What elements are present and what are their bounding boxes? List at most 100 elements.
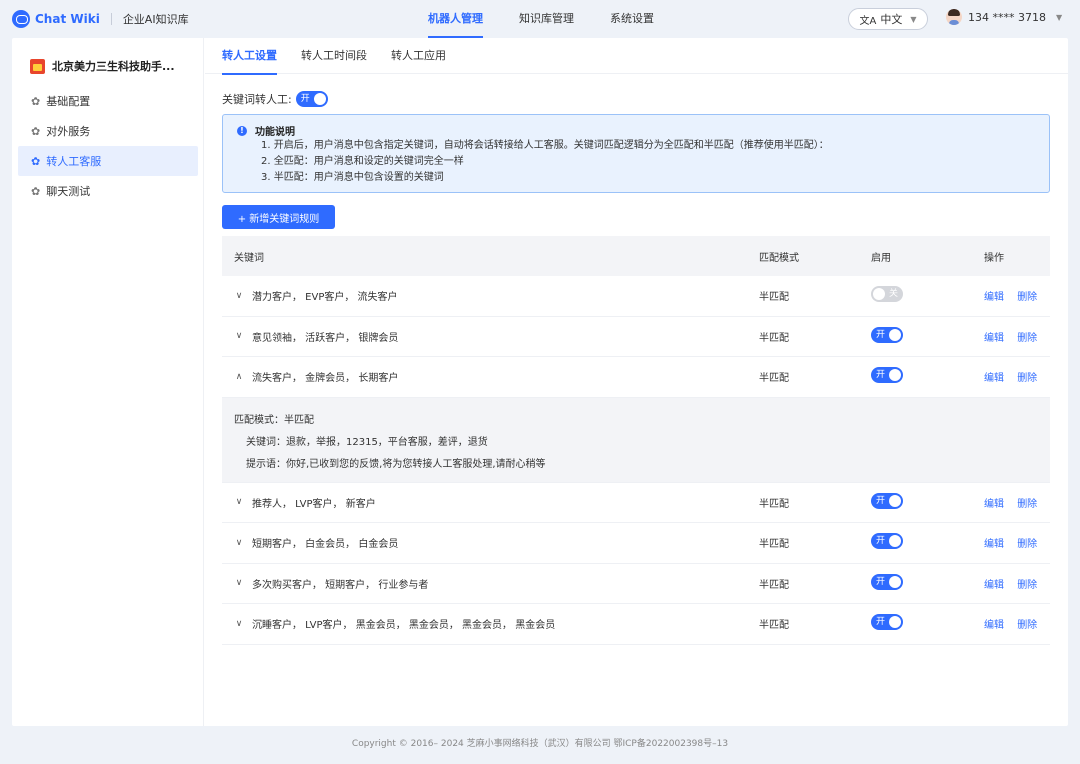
operations-cell: 编辑 删除 (984, 369, 1047, 384)
robot-header: 北京美力三生科技助手... (30, 58, 175, 74)
enable-cell: 开 (871, 573, 903, 593)
info-line: 1. 开启后，用户消息中包含指定关键词，自动将会话转接给人工客服。关键词匹配逻辑… (261, 140, 829, 151)
info-title: 功能说明 (255, 127, 295, 138)
toggle-knob (889, 328, 901, 341)
edit-link[interactable]: 编辑 (984, 539, 1004, 550)
user-phone: 134 **** 3718 (968, 10, 1046, 24)
header-mode: 匹配模式 (759, 252, 799, 264)
delete-link[interactable]: 删除 (1017, 292, 1037, 303)
sidebar: 北京美力三生科技助手... ✿ 基础配置 ✿ 对外服务 ✿ 转人工客服 ✿ 聊天… (12, 38, 204, 726)
chevron-down-icon[interactable]: ∨ (234, 619, 244, 629)
keywords-text: 沉睡客户， LVP客户， 黑金会员， 黑金会员， 黑金会员， 黑金会员 (252, 620, 556, 632)
content-area: 转人工设置 转人工时间段 转人工应用 关键词转人工: 开 ! 功能说明 1. 开… (205, 38, 1068, 726)
rule-enable-toggle[interactable]: 开 (871, 573, 903, 590)
enable-cell: 开 (871, 533, 903, 552)
main-panel: 北京美力三生科技助手... ✿ 基础配置 ✿ 对外服务 ✿ 转人工客服 ✿ 聊天… (12, 38, 1068, 726)
match-mode: 半匹配 (759, 579, 789, 591)
detail-mode: 匹配模式：半匹配 (234, 410, 1038, 432)
delete-link[interactable]: 删除 (1017, 539, 1037, 550)
detail-mode-label: 匹配模式： (234, 414, 284, 426)
enable-cell: 开 (871, 614, 903, 633)
keywords-text: 短期客户， 白金会员， 白金会员 (252, 539, 399, 551)
edit-link[interactable]: 编辑 (984, 373, 1004, 384)
add-keyword-rule-button[interactable]: + 新增关键词规则 (222, 205, 335, 229)
sidebar-item-label: 聊天测试 (46, 185, 91, 198)
copyright-footer: Copyright © 2016– 2024 芝麻小事网络科技（武汉）有限公司 … (351, 739, 729, 749)
tab-handoff-settings[interactable]: 转人工设置 (222, 38, 277, 75)
edit-link[interactable]: 编辑 (984, 333, 1004, 344)
chevron-down-icon[interactable]: ∨ (234, 497, 244, 507)
keyword-handoff-toggle[interactable]: 开 (295, 91, 328, 107)
enable-cell: 开 (871, 326, 903, 346)
detail-keywords-label: 关键词： (246, 436, 286, 448)
keyword-cell: ∧ 流失客户， 金牌会员， 长期客户 (234, 369, 399, 385)
match-mode: 半匹配 (759, 620, 789, 632)
delete-link[interactable]: 删除 (1017, 499, 1037, 510)
enable-cell: 关 (871, 286, 903, 305)
delete-link[interactable]: 删除 (1017, 373, 1037, 384)
app-logo[interactable]: Chat Wiki 企业AI知识库 (12, 10, 189, 28)
chevron-down-icon[interactable]: ∨ (234, 538, 244, 548)
edit-link[interactable]: 编辑 (984, 580, 1004, 591)
robot-name: 北京美力三生科技助手... (52, 60, 175, 73)
rule-enable-toggle[interactable]: 开 (871, 367, 903, 384)
rule-enable-toggle[interactable]: 开 (871, 614, 903, 631)
keyword-rules-table: 关键词 匹配模式 启用 操作 ∨ 潜力客户， EVP客户， 流失客户 半匹配 关 (222, 236, 1050, 645)
detail-keywords-value: 退款，举报，12315，平台客服，差评，退货 (286, 436, 488, 448)
keyword-handoff-setting: 关键词转人工: 开 (222, 91, 328, 107)
info-header: ! 功能说明 (237, 123, 1035, 138)
toggle-knob (873, 288, 885, 301)
keyword-cell: ∨ 多次购买客户， 短期客户， 行业参与者 (234, 576, 429, 591)
rule-enable-toggle[interactable]: 开 (871, 492, 903, 509)
sidebar-item-label: 对外服务 (46, 125, 91, 138)
table-row: ∨ 多次购买客户， 短期客户， 行业参与者 半匹配 开 编辑 删除 (222, 564, 1050, 604)
toggle-state: 开 (876, 617, 886, 628)
toggle-state: 开 (876, 495, 886, 506)
edit-link[interactable]: 编辑 (984, 292, 1004, 303)
nav-system-settings[interactable]: 系统设置 (610, 0, 654, 38)
delete-link[interactable]: 删除 (1017, 333, 1037, 344)
sidebar-item-external-service[interactable]: ✿ 对外服务 (18, 116, 198, 146)
brand-name: Chat Wiki (35, 12, 100, 26)
tab-handoff-time[interactable]: 转人工时间段 (301, 38, 367, 74)
rule-detail-panel: 匹配模式：半匹配 关键词：退款，举报，12315，平台客服，差评，退货 提示语：… (222, 397, 1050, 483)
language-selector[interactable]: 文A 中文 ▼ (848, 8, 928, 30)
nav-knowledge-base[interactable]: 知识库管理 (519, 0, 574, 38)
edit-link[interactable]: 编辑 (984, 499, 1004, 510)
info-icon: ! (237, 125, 247, 136)
chevron-down-icon[interactable]: ∨ (234, 331, 244, 341)
robot-avatar-icon (30, 58, 45, 74)
detail-mode-value: 半匹配 (284, 414, 314, 426)
keyword-cell: ∨ 潜力客户， EVP客户， 流失客户 (234, 288, 398, 304)
sidebar-item-chat-test[interactable]: ✿ 聊天测试 (18, 176, 198, 206)
sidebar-item-basic-config[interactable]: ✿ 基础配置 (18, 86, 198, 116)
nav-robot-management[interactable]: 机器人管理 (428, 0, 483, 38)
add-button-label: + 新增关键词规则 (237, 213, 320, 225)
chevron-down-icon[interactable]: ∨ (234, 578, 244, 588)
chevron-up-icon[interactable]: ∧ (234, 372, 244, 382)
toggle-knob (889, 369, 901, 382)
sidebar-item-human-handoff[interactable]: ✿ 转人工客服 (18, 146, 198, 176)
toggle-state: 开 (300, 94, 310, 104)
chevron-down-icon: ▼ (910, 14, 917, 24)
rule-enable-toggle[interactable]: 开 (871, 326, 903, 343)
match-mode: 半匹配 (759, 539, 789, 551)
delete-link[interactable]: 删除 (1017, 620, 1037, 631)
tab-handoff-apps[interactable]: 转人工应用 (391, 38, 446, 74)
toggle-state: 开 (876, 536, 886, 547)
edit-link[interactable]: 编辑 (984, 620, 1004, 631)
sidebar-item-label: 转人工客服 (46, 155, 102, 168)
keywords-text: 流失客户， 金牌会员， 长期客户 (252, 373, 399, 385)
rule-enable-toggle[interactable]: 关 (871, 286, 903, 303)
rule-enable-toggle[interactable]: 开 (871, 533, 903, 550)
user-menu[interactable]: 134 **** 3718 ▼ (946, 9, 1062, 25)
enable-cell: 开 (871, 492, 903, 512)
toggle-knob (889, 535, 901, 548)
header-operations: 操作 (984, 252, 1004, 264)
keyword-cell: ∨ 沉睡客户， LVP客户， 黑金会员， 黑金会员， 黑金会员， 黑金会员 (234, 616, 556, 632)
delete-link[interactable]: 删除 (1017, 580, 1037, 591)
top-navigation-bar: Chat Wiki 企业AI知识库 机器人管理 知识库管理 系统设置 文A 中文… (0, 0, 1080, 38)
operations-cell: 编辑 删除 (984, 616, 1047, 631)
enable-cell: 开 (871, 367, 903, 386)
chevron-down-icon[interactable]: ∨ (234, 291, 244, 301)
